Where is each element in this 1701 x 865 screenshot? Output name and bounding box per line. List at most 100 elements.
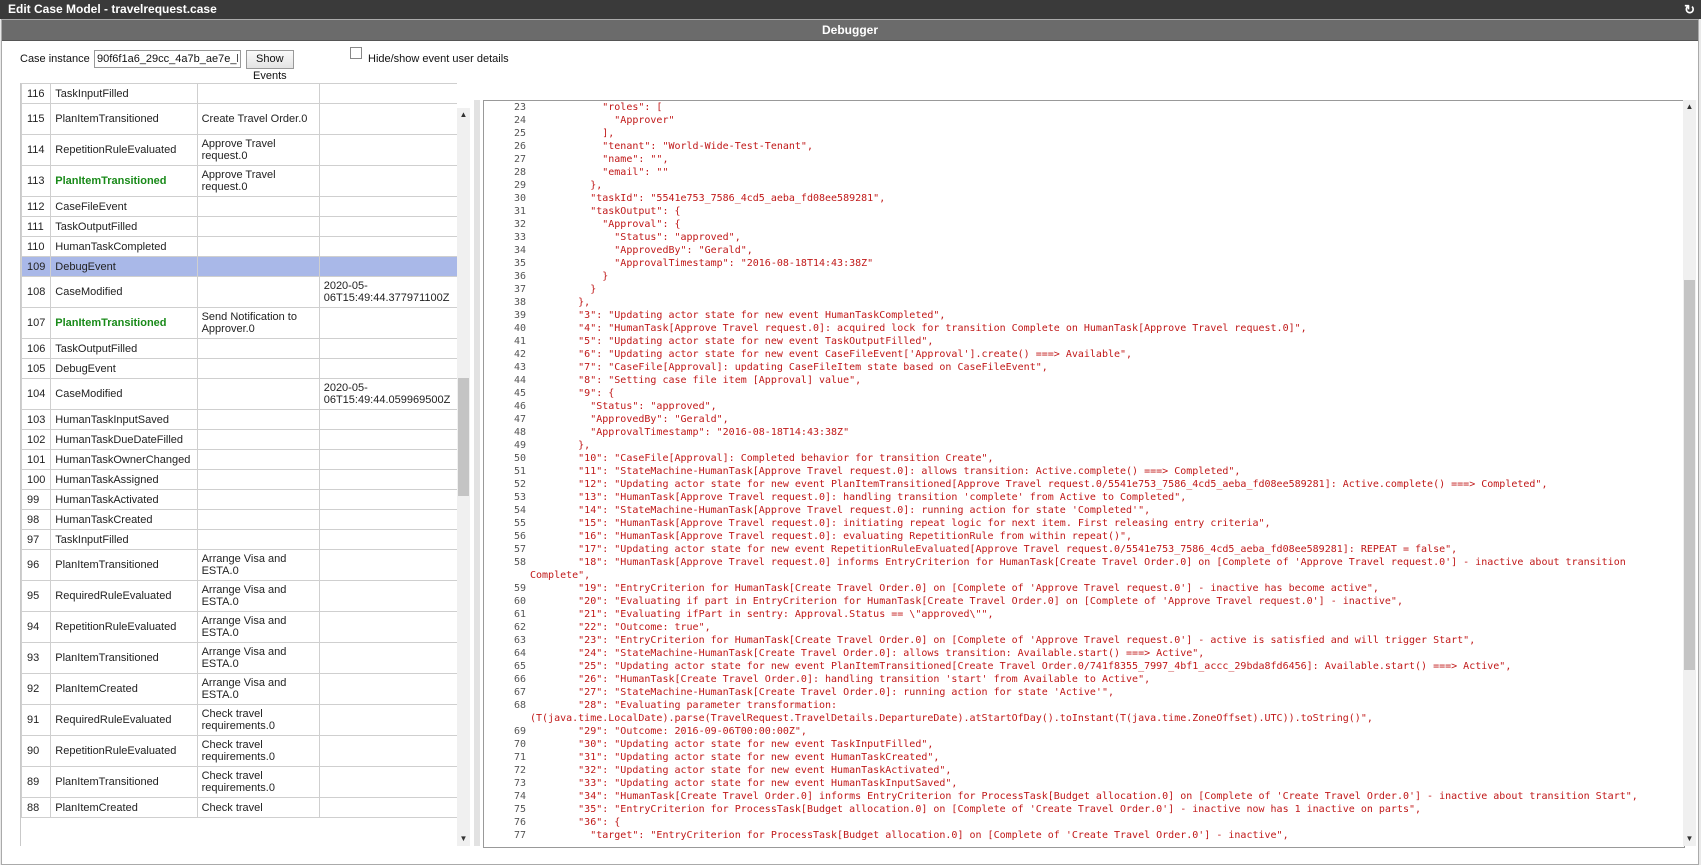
refresh-icon[interactable]: ↻ xyxy=(1684,0,1695,19)
event-plan-item: Arrange Visa and ESTA.0 xyxy=(196,611,320,643)
event-row[interactable]: 88 PlanItemCreated Check travel xyxy=(21,797,457,818)
code-text: }, xyxy=(530,440,591,451)
event-row[interactable]: 114 RepetitionRuleEvaluated Approve Travel… xyxy=(21,134,457,166)
panel-title: Debugger xyxy=(2,20,1698,41)
event-row[interactable]: 97 TaskInputFilled xyxy=(21,529,457,550)
code-line: 33 "Status": "approved", xyxy=(484,231,1684,244)
event-plan-item xyxy=(196,409,320,430)
code-text: "15": "HumanTask[Approve Travel request.… xyxy=(530,518,1271,529)
event-row[interactable]: 110 HumanTaskCompleted xyxy=(21,236,457,257)
code-line: 63 "23": "EntryCriterion for HumanTask[C… xyxy=(484,634,1684,647)
event-timestamp xyxy=(318,236,457,257)
event-row[interactable]: 100 HumanTaskAssigned xyxy=(21,469,457,490)
scroll-up-icon[interactable]: ▲ xyxy=(1684,102,1695,112)
line-number: 36 xyxy=(513,271,526,282)
event-plan-item xyxy=(196,338,320,359)
event-timestamp xyxy=(318,469,457,490)
event-plan-item: Approve Travel request.0 xyxy=(196,134,320,166)
code-line: 51 "11": "StateMachine-HumanTask[Approve… xyxy=(484,465,1684,478)
event-row[interactable]: 107 PlanItemTransitioned Send Notification… xyxy=(21,307,457,339)
event-row[interactable]: 113 PlanItemTransitioned Approve Travel re… xyxy=(21,165,457,197)
event-row[interactable]: 95 RequiredRuleEvaluated Arrange Visa and … xyxy=(21,580,457,612)
event-row[interactable]: 112 CaseFileEvent xyxy=(21,196,457,217)
json-viewer-scrollbar[interactable]: ▲ ▼ xyxy=(1683,100,1696,846)
code-text: "10": "CaseFile[Approval]: Completed beh… xyxy=(530,453,994,464)
event-number: 100 xyxy=(21,469,52,490)
event-row[interactable]: 89 PlanItemTransitioned Check travel requi… xyxy=(21,766,457,798)
event-number: 110 xyxy=(21,236,52,257)
code-line: 50 "10": "CaseFile[Approval]: Completed … xyxy=(484,452,1684,465)
event-row[interactable]: 103 HumanTaskInputSaved xyxy=(21,409,457,430)
event-type: PlanItemTransitioned xyxy=(50,642,198,674)
code-line: 53 "13": "HumanTask[Approve Travel reque… xyxy=(484,491,1684,504)
line-number: 75 xyxy=(513,804,526,815)
event-row[interactable]: 104 CaseModified 2020-05-06T15:49:44.05996… xyxy=(21,378,457,410)
event-row[interactable]: 106 TaskOutputFilled xyxy=(21,338,457,359)
event-timestamp xyxy=(318,509,457,530)
event-timestamp xyxy=(318,611,457,643)
case-instance-label: Case instance xyxy=(20,53,90,65)
event-number: 92 xyxy=(21,673,52,705)
event-row[interactable]: 96 PlanItemTransitioned Arrange Visa and E… xyxy=(21,549,457,581)
event-list-scrollbar[interactable]: ▲ ▼ xyxy=(457,108,470,846)
event-number: 111 xyxy=(21,216,52,237)
splitter[interactable] xyxy=(474,100,480,846)
code-text: "5": "Updating actor state for new event… xyxy=(530,336,934,347)
event-timestamp xyxy=(318,358,457,379)
event-number: 116 xyxy=(21,83,52,104)
event-row[interactable]: 115 PlanItemTransitioned Create Travel Ord… xyxy=(21,103,457,135)
event-row[interactable]: 90 RepetitionRuleEvaluated Check travel re… xyxy=(21,735,457,767)
event-list-scroll-thumb[interactable] xyxy=(458,378,469,496)
event-row[interactable]: 109 DebugEvent xyxy=(21,256,457,277)
event-row[interactable]: 92 PlanItemCreated Arrange Visa and ESTA.0 xyxy=(21,673,457,705)
event-row[interactable]: 98 HumanTaskCreated xyxy=(21,509,457,530)
event-type: CaseFileEvent xyxy=(50,196,198,217)
code-line: 27 "name": "", xyxy=(484,153,1684,166)
event-number: 95 xyxy=(21,580,52,612)
code-text: "14": "StateMachine-HumanTask[Approve Tr… xyxy=(530,505,1151,516)
scroll-down-icon[interactable]: ▼ xyxy=(458,834,469,844)
line-number: 77 xyxy=(513,830,526,841)
event-number: 104 xyxy=(21,378,52,410)
line-number: 63 xyxy=(513,635,526,646)
event-row[interactable]: 94 RepetitionRuleEvaluated Arrange Visa an… xyxy=(21,611,457,643)
code-line: 32 "Approval": { xyxy=(484,218,1684,231)
hide-show-user-details-checkbox[interactable] xyxy=(350,47,362,59)
event-type: CaseModified xyxy=(50,378,198,410)
scroll-down-icon[interactable]: ▼ xyxy=(1684,834,1695,844)
line-number: 49 xyxy=(513,440,526,451)
code-text: "roles": [ xyxy=(530,102,663,113)
code-text: "7": "CaseFile[Approval]: updating CaseF… xyxy=(530,362,1048,373)
event-table: 116 TaskInputFilled 115 PlanItemTransitione… xyxy=(21,83,457,818)
code-line: 55 "15": "HumanTask[Approve Travel reque… xyxy=(484,517,1684,530)
line-number: 66 xyxy=(513,674,526,685)
event-timestamp xyxy=(318,529,457,550)
event-number: 105 xyxy=(21,358,52,379)
event-row[interactable]: 111 TaskOutputFilled xyxy=(21,216,457,237)
json-viewer-scroll-thumb[interactable] xyxy=(1684,280,1695,670)
code-line: 54 "14": "StateMachine-HumanTask[Approve… xyxy=(484,504,1684,517)
line-number: 35 xyxy=(513,258,526,269)
event-row[interactable]: 116 TaskInputFilled xyxy=(21,83,457,104)
code-text: "28": "Evaluating parameter transformati… xyxy=(530,700,838,711)
event-row[interactable]: 99 HumanTaskActivated xyxy=(21,489,457,510)
code-line: 23 "roles": [ xyxy=(484,101,1684,114)
case-instance-input[interactable] xyxy=(94,50,241,68)
code-line: 44 "8": "Setting case file item [Approva… xyxy=(484,374,1684,387)
event-type: RequiredRuleEvaluated xyxy=(50,580,198,612)
scroll-up-icon[interactable]: ▲ xyxy=(458,110,469,120)
event-row[interactable]: 102 HumanTaskDueDateFilled xyxy=(21,429,457,450)
event-row[interactable]: 101 HumanTaskOwnerChanged xyxy=(21,449,457,470)
event-timestamp xyxy=(318,766,457,798)
event-type: DebugEvent xyxy=(50,358,198,379)
event-row[interactable]: 105 DebugEvent xyxy=(21,358,457,379)
code-line: 76 "36": { xyxy=(484,816,1684,829)
event-plan-item: Check travel xyxy=(196,797,320,818)
code-line: 70 "30": "Updating actor state for new e… xyxy=(484,738,1684,751)
event-row[interactable]: 91 RequiredRuleEvaluated Check travel requ… xyxy=(21,704,457,736)
event-row[interactable]: 108 CaseModified 2020-05-06T15:49:44.37797… xyxy=(21,276,457,308)
code-text: "35": "EntryCriterion for ProcessTask[Bu… xyxy=(530,804,1422,815)
code-text: "18": "HumanTask[Approve Travel request.… xyxy=(530,557,1626,568)
event-row[interactable]: 93 PlanItemTransitioned Arrange Visa and E… xyxy=(21,642,457,674)
show-events-button[interactable]: Show Events xyxy=(246,50,294,82)
